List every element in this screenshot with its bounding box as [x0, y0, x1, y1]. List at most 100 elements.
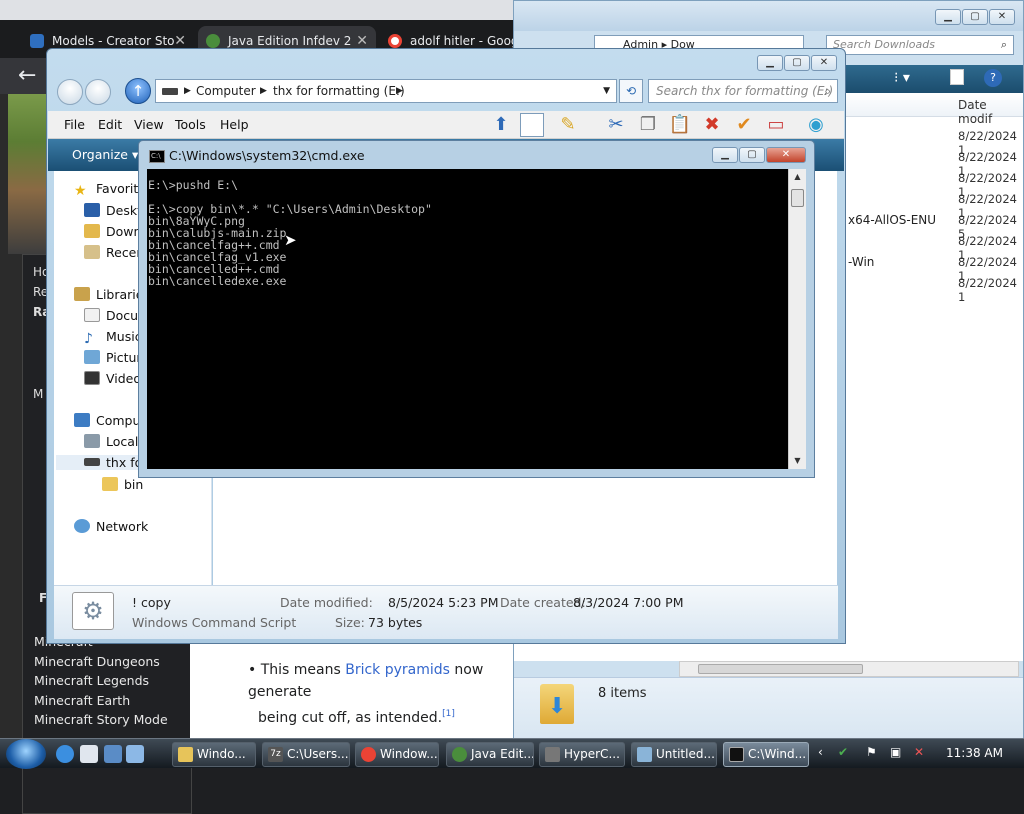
properties-icon[interactable]: ✎	[556, 113, 580, 137]
breadcrumb-drive[interactable]: thx for formatting (E:)	[273, 80, 405, 102]
checkmark-icon[interactable]: ✔	[732, 113, 756, 137]
wiki-link[interactable]: Minecraft Story Mode	[34, 712, 192, 732]
taskbar-7zip[interactable]: 7z C:\Users...	[262, 742, 350, 767]
console-text: E:\>pushd E:\ E:\>copy bin\*.* "C:\Users…	[147, 169, 788, 287]
search-input[interactable]: Search Downloads ⌕	[826, 35, 1014, 55]
menu-help[interactable]: Help	[220, 117, 249, 132]
folder-icon	[102, 477, 118, 491]
console-output[interactable]: E:\>pushd E:\ E:\>copy bin\*.* "C:\Users…	[147, 169, 788, 469]
chevron-left-icon[interactable]: ‹	[818, 745, 832, 761]
search-placeholder: Search thx for formatting (E:)	[656, 84, 834, 98]
show-desktop-icon[interactable]	[104, 745, 122, 763]
minimize-button[interactable]: ▁	[712, 147, 738, 163]
forward-button[interactable]	[85, 79, 111, 105]
help-icon[interactable]: ?	[984, 69, 1002, 87]
switch-windows-icon[interactable]	[126, 745, 144, 763]
address-bar[interactable]: ▶ Computer ▶ thx for formatting (E:) ▶ ▼	[155, 79, 617, 103]
chevron-right-icon[interactable]: ▶	[184, 80, 191, 102]
maximize-button[interactable]: ▢	[962, 9, 988, 25]
task-label: C:\Users...	[287, 747, 349, 761]
preview-pane-icon[interactable]	[950, 69, 964, 85]
network-icon	[74, 519, 90, 533]
close-button[interactable]: ✕	[811, 55, 837, 71]
scroll-thumb[interactable]	[791, 189, 804, 207]
cut-icon[interactable]: ✂	[604, 113, 628, 137]
file-name: ! copy	[132, 595, 171, 610]
network-icon[interactable]: ▣	[890, 745, 904, 761]
up-arrow-icon[interactable]: ↑	[125, 78, 151, 104]
taskbar-notepad[interactable]: Untitled...	[631, 742, 717, 767]
security-check-icon[interactable]: ✔	[838, 745, 852, 761]
minimize-button[interactable]: ▁	[757, 55, 783, 71]
globe-icon[interactable]: ◉	[804, 113, 828, 137]
nav-music[interactable]: ♪ Music	[84, 329, 142, 346]
downloads-folder-icon	[540, 684, 574, 724]
script-gear-icon: ⚙	[72, 592, 114, 630]
brick-pyramids-link[interactable]: Brick pyramids	[345, 662, 450, 678]
volume-muted-icon[interactable]: ✕	[914, 745, 928, 761]
computer-icon	[74, 413, 90, 427]
horizontal-scrollbar[interactable]	[679, 661, 1019, 677]
view-icon[interactable]: ⁝ ▾	[894, 70, 910, 86]
downloads-icon	[84, 224, 100, 238]
nav-label: Network	[96, 519, 149, 534]
menu-edit[interactable]: Edit	[98, 117, 122, 132]
row-name[interactable]: x64-AllOS-ENU	[848, 213, 936, 227]
cube-icon[interactable]	[80, 745, 98, 763]
chevron-right-icon[interactable]: ▶	[260, 80, 267, 102]
taskbar-java-edition[interactable]: Java Edit...	[446, 742, 534, 767]
nav-network[interactable]: Network	[74, 519, 148, 534]
clock[interactable]: 11:38 AM	[946, 746, 1003, 760]
cmd-icon	[729, 747, 744, 762]
window-controls: ▁ ▢ ✕	[711, 147, 806, 163]
date-modified-header[interactable]: Date modif	[958, 98, 1023, 126]
wiki-link[interactable]: Minecraft Dungeons	[34, 654, 192, 674]
search-input[interactable]: Search thx for formatting (E:) ⌕	[648, 79, 838, 103]
maximize-button[interactable]: ▢	[784, 55, 810, 71]
menu-view[interactable]: View	[134, 117, 164, 132]
taskbar-explorer[interactable]: Windo...	[172, 742, 256, 767]
internet-explorer-icon[interactable]	[56, 745, 74, 763]
taskbar-hypercam[interactable]: HyperC...	[539, 742, 625, 767]
modified-label: Date modified:	[280, 595, 373, 610]
article-bullet: • This means Brick pyramids now generate…	[248, 662, 484, 726]
rename-icon[interactable]: ▭	[764, 113, 788, 137]
scroll-down-arrow-icon[interactable]: ▼	[789, 453, 806, 469]
article-body: • This means Brick pyramids now generate…	[190, 639, 520, 745]
task-label: Window...	[380, 747, 438, 761]
windows-icon	[30, 34, 44, 48]
scroll-thumb[interactable]	[698, 664, 863, 674]
flag-icon[interactable]: ⚑	[866, 745, 880, 761]
back-arrow-icon[interactable]: ←	[18, 64, 36, 88]
documents-icon	[84, 308, 100, 322]
menu-tools[interactable]: Tools	[175, 117, 206, 132]
delete-icon[interactable]: ✖	[700, 113, 724, 137]
maximize-button[interactable]: ▢	[739, 147, 765, 163]
sidebar-fragment[interactable]: M	[33, 387, 43, 401]
back-button[interactable]	[57, 79, 83, 105]
row-name[interactable]: -Win	[848, 255, 874, 269]
minimize-button[interactable]: ▁	[935, 9, 961, 25]
vertical-scrollbar[interactable]: ▲ ▼	[788, 169, 806, 469]
copy-icon[interactable]: ❐	[636, 113, 660, 137]
wiki-link[interactable]: Minecraft Legends	[34, 673, 192, 693]
close-button[interactable]: ✕	[989, 9, 1015, 25]
scroll-up-arrow-icon[interactable]: ▲	[789, 169, 806, 185]
paste-icon[interactable]: 📋	[668, 113, 692, 137]
preview-pane-icon[interactable]	[520, 113, 544, 137]
details-pane: ⚙ ! copy Windows Command Script Date mod…	[54, 585, 838, 639]
breadcrumb-computer[interactable]: Computer	[196, 80, 256, 102]
chevron-down-icon[interactable]: ▼	[603, 80, 610, 102]
taskbar-cmd[interactable]: C:\Wind...	[723, 742, 809, 767]
up-folder-icon[interactable]: ⬆	[489, 113, 513, 137]
nav-bin-folder[interactable]: bin	[102, 477, 143, 492]
organize-button[interactable]: Organize ▾	[72, 147, 138, 162]
menu-file[interactable]: File	[64, 117, 85, 132]
reference-link[interactable]: [1]	[442, 709, 455, 719]
close-button[interactable]: ✕	[766, 147, 806, 163]
taskbar-chrome[interactable]: Window...	[355, 742, 439, 767]
refresh-icon[interactable]: ⟲	[619, 79, 643, 103]
chevron-right-icon[interactable]: ▶	[396, 80, 403, 102]
wiki-link[interactable]: Minecraft Earth	[34, 693, 192, 713]
start-button[interactable]	[6, 739, 46, 769]
